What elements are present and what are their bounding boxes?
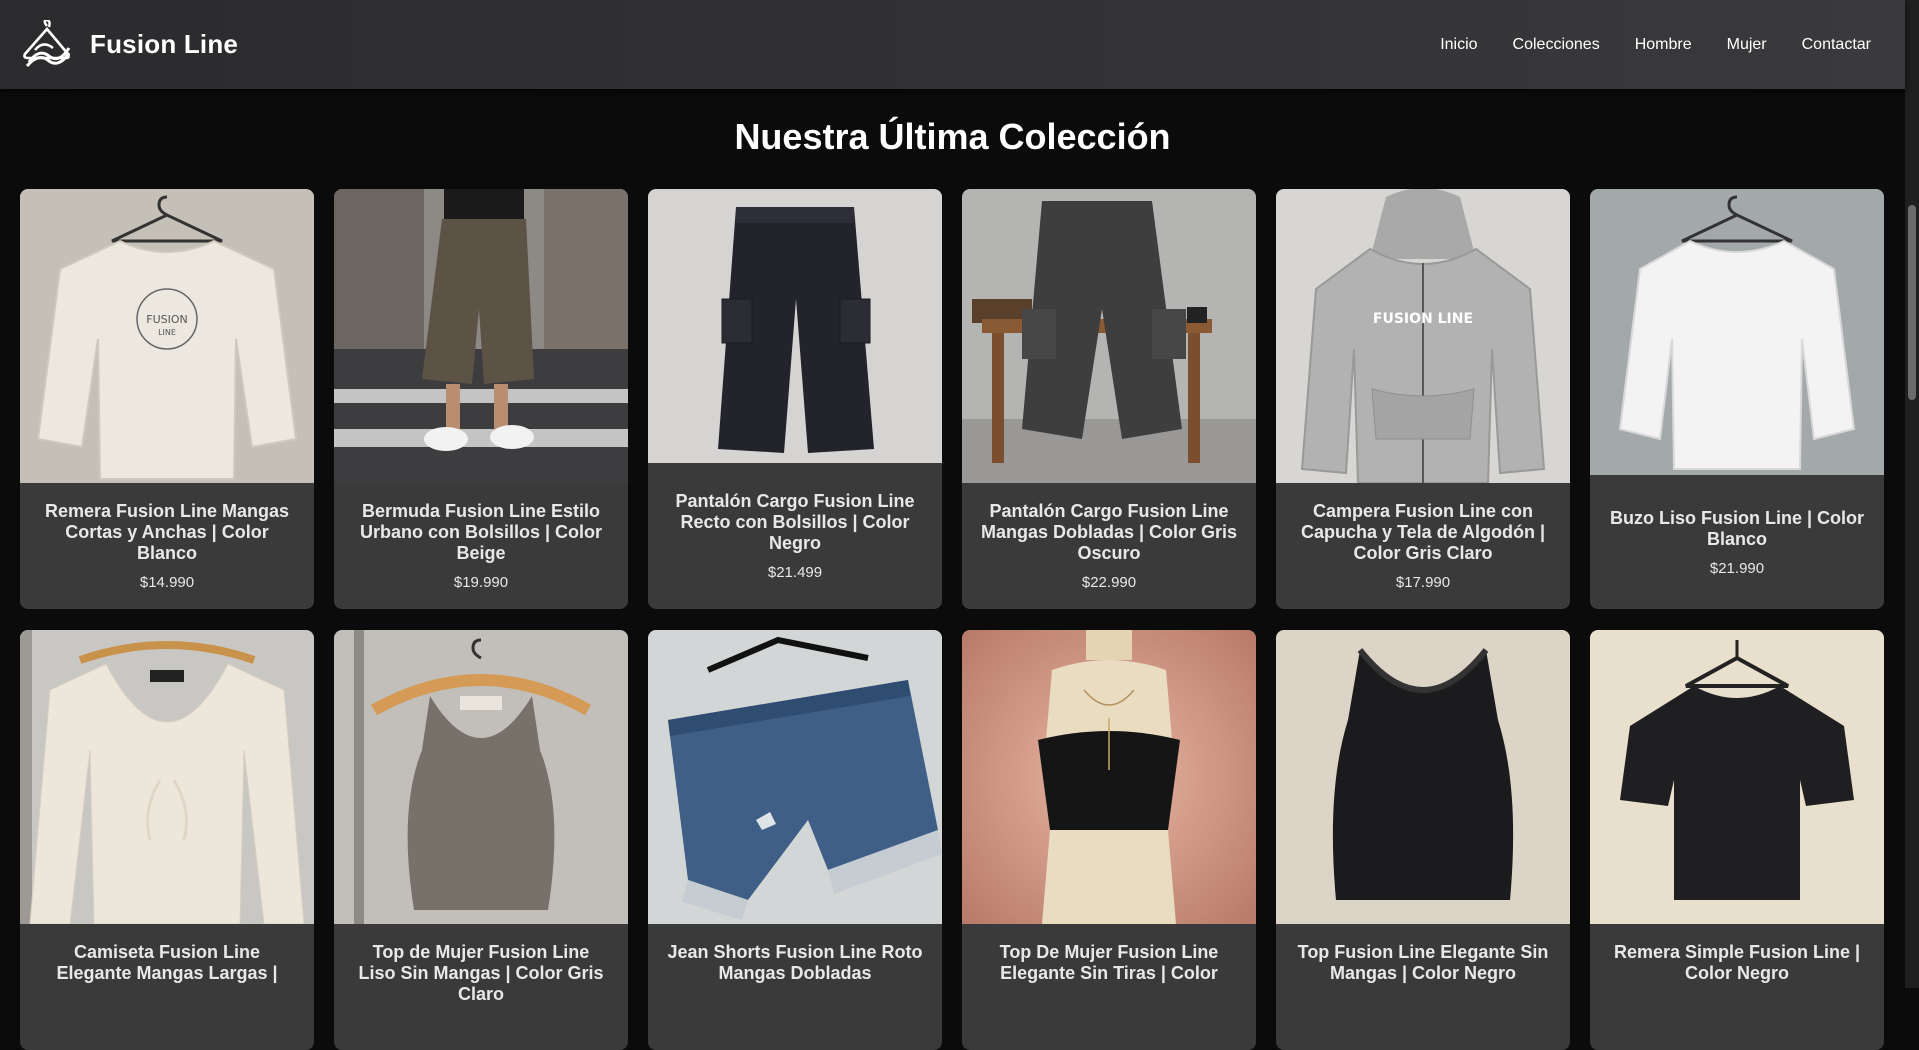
product-grid: FUSION LINE Remera Fusion Line Mangas Co… bbox=[20, 189, 1884, 1050]
product-image[interactable] bbox=[962, 630, 1256, 924]
svg-text:LINE: LINE bbox=[158, 328, 176, 337]
product-title[interactable]: Buzo Liso Fusion Line | Color Blanco bbox=[1608, 508, 1866, 550]
product-info: Jean Shorts Fusion Line Roto Mangas Dobl… bbox=[648, 924, 942, 1050]
product-card[interactable]: Top De Mujer Fusion Line Elegante Sin Ti… bbox=[962, 630, 1256, 1050]
black-cargo-pants-image bbox=[648, 189, 942, 463]
nav-link-inicio[interactable]: Inicio bbox=[1440, 36, 1477, 54]
product-title[interactable]: Jean Shorts Fusion Line Roto Mangas Dobl… bbox=[666, 942, 924, 984]
product-title[interactable]: Top De Mujer Fusion Line Elegante Sin Ti… bbox=[980, 942, 1238, 984]
product-card[interactable]: Buzo Liso Fusion Line | Color Blanco $21… bbox=[1590, 189, 1884, 609]
denim-shorts-image bbox=[648, 630, 942, 924]
product-image[interactable] bbox=[1276, 630, 1570, 924]
cargo-bermuda-street-image bbox=[334, 189, 628, 483]
product-title[interactable]: Top de Mujer Fusion Line Liso Sin Mangas… bbox=[352, 942, 610, 1005]
product-card[interactable]: Pantalón Cargo Fusion Line Recto con Bol… bbox=[648, 189, 942, 609]
main-nav: Inicio Colecciones Hombre Mujer Contacta… bbox=[1440, 36, 1871, 54]
grey-tank-top-image bbox=[334, 630, 628, 924]
brand-name: Fusion Line bbox=[90, 29, 239, 59]
product-card[interactable]: Bermuda Fusion Line Estilo Urbano con Bo… bbox=[334, 189, 628, 609]
product-info: Top Fusion Line Elegante Sin Mangas | Co… bbox=[1276, 924, 1570, 1050]
section-title: Nuestra Última Colección bbox=[734, 116, 1171, 157]
product-image[interactable] bbox=[1590, 189, 1884, 475]
strapless-black-top-image bbox=[962, 630, 1256, 924]
product-image[interactable] bbox=[20, 630, 314, 924]
white-oversized-tshirt-image: FUSION LINE bbox=[20, 189, 314, 483]
nav-link-hombre[interactable]: Hombre bbox=[1635, 36, 1692, 54]
product-title[interactable]: Pantalón Cargo Fusion Line Mangas Doblad… bbox=[980, 501, 1238, 564]
product-info: Pantalón Cargo Fusion Line Recto con Bol… bbox=[648, 463, 942, 609]
product-image[interactable]: FUSION LINE bbox=[20, 189, 314, 483]
site-header: Fusion Line Inicio Colecciones Hombre Mu… bbox=[0, 0, 1905, 89]
product-card[interactable]: Camiseta Fusion Line Elegante Mangas Lar… bbox=[20, 630, 314, 1050]
white-sweatshirt-image bbox=[1590, 189, 1884, 475]
product-title[interactable]: Remera Fusion Line Mangas Cortas y Ancha… bbox=[38, 501, 296, 564]
product-image[interactable] bbox=[334, 189, 628, 483]
product-card[interactable]: Remera Simple Fusion Line | Color Negro bbox=[1590, 630, 1884, 1050]
product-card[interactable]: Jean Shorts Fusion Line Roto Mangas Dobl… bbox=[648, 630, 942, 1050]
product-info: Top de Mujer Fusion Line Liso Sin Mangas… bbox=[334, 924, 628, 1050]
product-price: $21.990 bbox=[1709, 559, 1765, 577]
product-image[interactable] bbox=[648, 630, 942, 924]
nav-link-colecciones[interactable]: Colecciones bbox=[1513, 36, 1600, 54]
product-info: Pantalón Cargo Fusion Line Mangas Doblad… bbox=[962, 483, 1256, 609]
product-price: $17.990 bbox=[1395, 574, 1451, 591]
black-tshirt-image bbox=[1590, 630, 1884, 924]
product-image[interactable] bbox=[1590, 630, 1884, 924]
svg-text:FUSION: FUSION bbox=[146, 313, 188, 326]
product-title[interactable]: Top Fusion Line Elegante Sin Mangas | Co… bbox=[1294, 942, 1552, 984]
product-info: Remera Simple Fusion Line | Color Negro bbox=[1590, 924, 1884, 1050]
product-card[interactable]: Top Fusion Line Elegante Sin Mangas | Co… bbox=[1276, 630, 1570, 1050]
product-price: $19.990 bbox=[453, 574, 509, 591]
product-card[interactable]: FUSION LINE Campera Fusion Line con Capu… bbox=[1276, 189, 1570, 609]
product-info: Buzo Liso Fusion Line | Color Blanco $21… bbox=[1590, 475, 1884, 609]
product-title[interactable]: Campera Fusion Line con Capucha y Tela d… bbox=[1294, 501, 1552, 564]
product-info: Remera Fusion Line Mangas Cortas y Ancha… bbox=[20, 483, 314, 609]
hanger-logo-icon bbox=[23, 19, 71, 67]
nav-link-contactar[interactable]: Contactar bbox=[1802, 36, 1871, 54]
product-price: $21.499 bbox=[767, 564, 823, 581]
product-image[interactable] bbox=[648, 189, 942, 463]
product-title[interactable]: Pantalón Cargo Fusion Line Recto con Bol… bbox=[666, 491, 924, 554]
product-info: Top De Mujer Fusion Line Elegante Sin Ti… bbox=[962, 924, 1256, 1050]
black-tank-top-image bbox=[1276, 630, 1570, 924]
page-scrollbar[interactable] bbox=[1905, 0, 1919, 988]
product-title[interactable]: Bermuda Fusion Line Estilo Urbano con Bo… bbox=[352, 501, 610, 564]
product-image[interactable]: FUSION LINE bbox=[1276, 189, 1570, 483]
product-card[interactable]: FUSION LINE Remera Fusion Line Mangas Co… bbox=[20, 189, 314, 609]
grey-zip-hoodie-image: FUSION LINE bbox=[1276, 189, 1570, 483]
scrollbar-thumb[interactable] bbox=[1908, 205, 1916, 400]
product-image[interactable] bbox=[962, 189, 1256, 483]
nav-link-mujer[interactable]: Mujer bbox=[1727, 36, 1767, 54]
product-title[interactable]: Camiseta Fusion Line Elegante Mangas Lar… bbox=[38, 942, 296, 984]
product-card[interactable]: Top de Mujer Fusion Line Liso Sin Mangas… bbox=[334, 630, 628, 1050]
product-info: Campera Fusion Line con Capucha y Tela d… bbox=[1276, 483, 1570, 609]
product-price: $22.990 bbox=[1081, 574, 1137, 591]
product-title[interactable]: Remera Simple Fusion Line | Color Negro bbox=[1608, 942, 1866, 984]
grey-cargo-pants-on-stool-image bbox=[962, 189, 1256, 483]
product-price: $14.990 bbox=[139, 574, 195, 591]
product-info: Camiseta Fusion Line Elegante Mangas Lar… bbox=[20, 924, 314, 1050]
cream-long-sleeve-top-image bbox=[20, 630, 314, 924]
brand-logo[interactable]: Fusion Line bbox=[21, 19, 239, 70]
product-card[interactable]: Pantalón Cargo Fusion Line Mangas Doblad… bbox=[962, 189, 1256, 609]
product-info: Bermuda Fusion Line Estilo Urbano con Bo… bbox=[334, 483, 628, 609]
svg-text:FUSION LINE: FUSION LINE bbox=[1373, 311, 1473, 327]
product-image[interactable] bbox=[334, 630, 628, 924]
